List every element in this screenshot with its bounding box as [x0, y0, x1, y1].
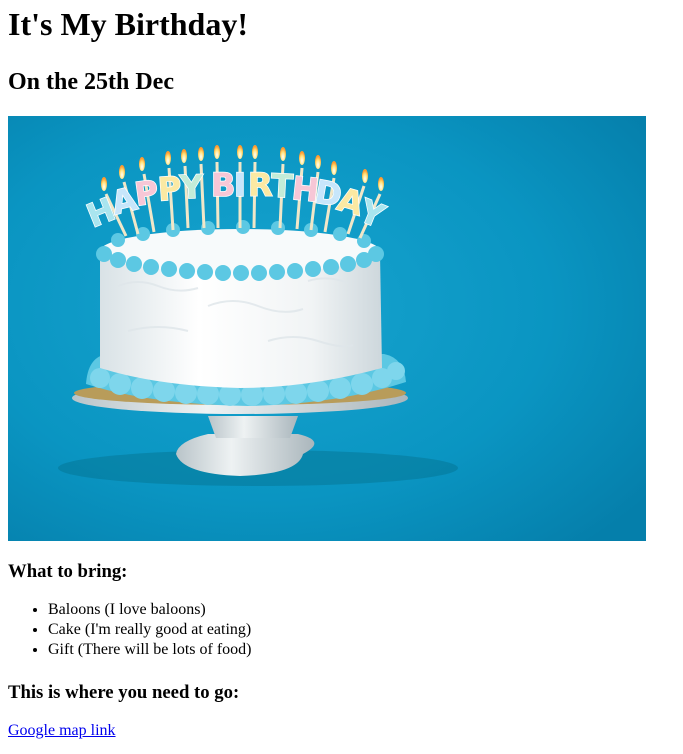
page-content: It's My Birthday! On the 25th Dec H A P …: [0, 0, 683, 741]
svg-text:I: I: [234, 166, 246, 204]
list-item: Baloons (I love baloons): [48, 600, 675, 620]
svg-text:Y: Y: [178, 168, 204, 207]
birthday-cake-image: H A P P Y B I R T H D A Y: [8, 116, 646, 541]
page-subtitle: On the 25th Dec: [8, 69, 174, 95]
google-map-link[interactable]: Google map link: [8, 721, 116, 741]
svg-text:B: B: [211, 166, 235, 204]
svg-text:R: R: [248, 166, 273, 204]
list-item: Cake (I'm really good at eating): [48, 620, 675, 640]
page-title: It's My Birthday!: [8, 6, 248, 42]
bring-heading: What to bring:: [8, 561, 128, 582]
bring-list: Baloons (I love baloons) Cake (I'm reall…: [8, 600, 675, 660]
location-heading: This is where you need to go:: [8, 682, 240, 703]
list-item: Gift (There will be lots of food): [48, 640, 675, 660]
